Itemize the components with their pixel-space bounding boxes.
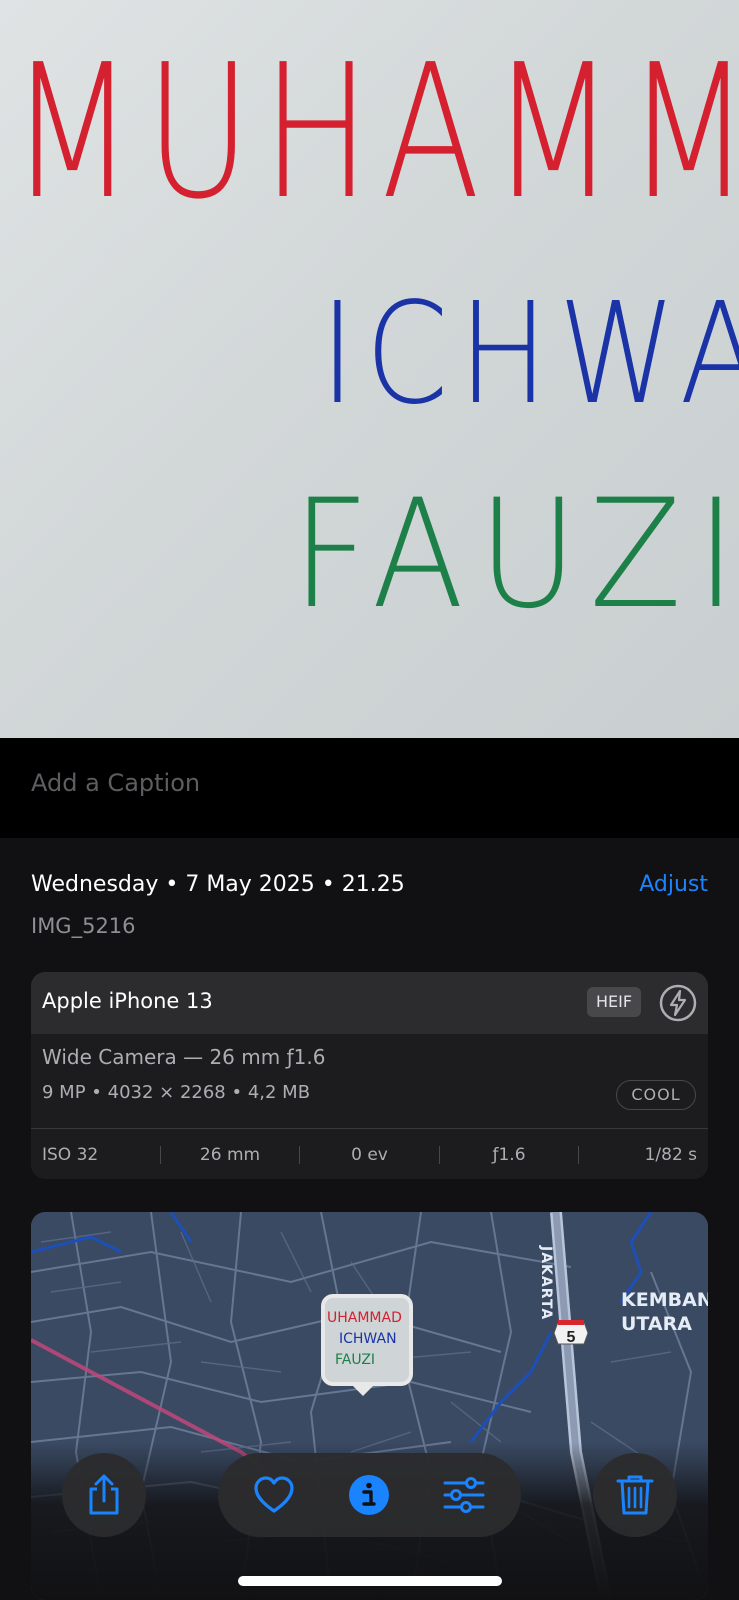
delete-button[interactable] (593, 1453, 677, 1537)
share-button[interactable] (62, 1453, 146, 1537)
device-name: Apple iPhone 13 (42, 989, 213, 1013)
photo-actions-pill (218, 1453, 521, 1537)
caption-area (0, 738, 739, 838)
exif-focal-length: 26 mm (199, 1144, 261, 1165)
info-button[interactable] (345, 1471, 393, 1519)
edit-adjust-button[interactable] (440, 1471, 488, 1519)
pin-text-3: FAUZI (335, 1352, 376, 1368)
photo-view[interactable]: MUHAMMAD ICHWAN FAUZI (0, 0, 739, 738)
exif-aperture: ƒ1.6 (492, 1144, 526, 1165)
map-area-label-line-1: KEMBANG (621, 1289, 708, 1311)
format-badge: HEIF (587, 987, 642, 1017)
flash-off-icon (659, 984, 697, 1022)
route-shield-icon: 5 (554, 1320, 588, 1346)
camera-info-card: Apple iPhone 13 HEIF Wide Camera — 26 mm… (31, 972, 708, 1179)
caption-input[interactable] (31, 760, 711, 806)
info-icon (349, 1475, 389, 1515)
map-road-label: JAKARTA (538, 1246, 554, 1321)
route-number: 5 (567, 1329, 576, 1346)
share-icon (89, 1474, 119, 1515)
handwriting-line-1: MUHAMMAD (10, 24, 739, 240)
exif-row: ISO 32 26 mm 0 ev ƒ1.6 1/82 s (31, 1128, 708, 1179)
pin-text-1: UHAMMAD (327, 1310, 402, 1326)
trash-icon (616, 1475, 654, 1515)
home-indicator[interactable] (238, 1576, 502, 1586)
photo-date: Wednesday • 7 May 2025 • 21.25 (31, 872, 405, 897)
pin-text-2: ICHWAN (339, 1331, 397, 1347)
location-map[interactable]: JAKARTA KEMBANG UTARA 5 UHAMMAD ICHWAN F… (31, 1212, 708, 1600)
photo-location-pin[interactable]: UHAMMAD ICHWAN FAUZI (321, 1294, 413, 1386)
pin-pointer (351, 1384, 375, 1396)
map-area-label: KEMBANG UTARA (621, 1288, 708, 1336)
camera-card-header: Apple iPhone 13 HEIF (31, 972, 708, 1034)
photo-style-badge: COOL (616, 1080, 696, 1110)
map-area-label-line-2: UTARA (621, 1313, 692, 1335)
lens-info: Wide Camera — 26 mm ƒ1.6 (42, 1045, 326, 1069)
handwriting-line-3: FAUZI (292, 468, 739, 642)
heart-icon (254, 1476, 294, 1513)
photo-filename: IMG_5216 (31, 914, 136, 938)
exif-iso: ISO 32 (42, 1144, 99, 1165)
exif-shutter: 1/82 s (644, 1144, 698, 1165)
adjust-date-button[interactable]: Adjust (639, 872, 708, 897)
image-specs: 9 MP • 4032 × 2268 • 4,2 MB (42, 1082, 311, 1103)
sliders-icon (443, 1477, 485, 1513)
favorite-button[interactable] (250, 1471, 298, 1519)
pin-thumbnail: UHAMMAD ICHWAN FAUZI (325, 1298, 409, 1382)
exif-exposure: 0 ev (351, 1144, 388, 1165)
handwriting-line-2: ICHWAN (320, 273, 739, 436)
